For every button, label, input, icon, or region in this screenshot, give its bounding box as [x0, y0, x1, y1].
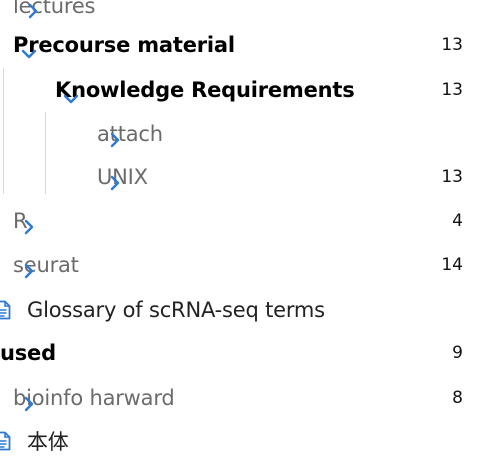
tree-item-label: Precourse material: [13, 33, 235, 57]
tree-item-unix[interactable]: UNIX 13: [0, 157, 477, 197]
document-icon: [0, 431, 11, 451]
tree-item-precourse-material[interactable]: Precourse material 13: [0, 25, 477, 65]
tree-item-glossary[interactable]: Glossary of scRNA-seq terms: [0, 290, 477, 330]
chevron-down-icon[interactable]: [62, 90, 80, 108]
item-count: 13: [441, 80, 463, 100]
item-count: 13: [441, 167, 463, 187]
item-count: 13: [441, 35, 463, 55]
tree-item-knowledge-requirements[interactable]: Knowledge Requirements 13: [0, 70, 477, 110]
item-count: 8: [452, 388, 463, 408]
chevron-right-icon[interactable]: [20, 395, 38, 413]
item-count: 4: [452, 211, 463, 231]
chevron-right-icon[interactable]: [20, 218, 38, 236]
chevron-right-icon[interactable]: [106, 131, 124, 149]
tree-item-used[interactable]: used 9: [0, 333, 477, 373]
tree-item-label: 本体: [27, 430, 69, 454]
tree-item-label: Knowledge Requirements: [55, 78, 355, 102]
item-count: 14: [441, 255, 463, 275]
tree-item-r[interactable]: R 4: [0, 201, 477, 241]
chevron-right-icon[interactable]: [24, 2, 42, 20]
item-count: 9: [452, 343, 463, 363]
chevron-right-icon[interactable]: [20, 262, 38, 280]
tree-item-bentai[interactable]: 本体: [0, 421, 477, 461]
tree-item-seurat[interactable]: seurat 14: [0, 245, 477, 285]
document-icon: [0, 300, 11, 320]
tree-item-label: used: [0, 341, 56, 365]
tree-item-lectures[interactable]: lectures: [0, 0, 477, 26]
chevron-right-icon[interactable]: [106, 174, 124, 192]
tree-item-label: Glossary of scRNA-seq terms: [27, 298, 325, 322]
tree-item-attach[interactable]: attach: [0, 114, 477, 154]
tree-item-bioinfo-harward[interactable]: bioinfo harward 8: [0, 378, 477, 418]
chevron-down-icon[interactable]: [20, 45, 38, 63]
